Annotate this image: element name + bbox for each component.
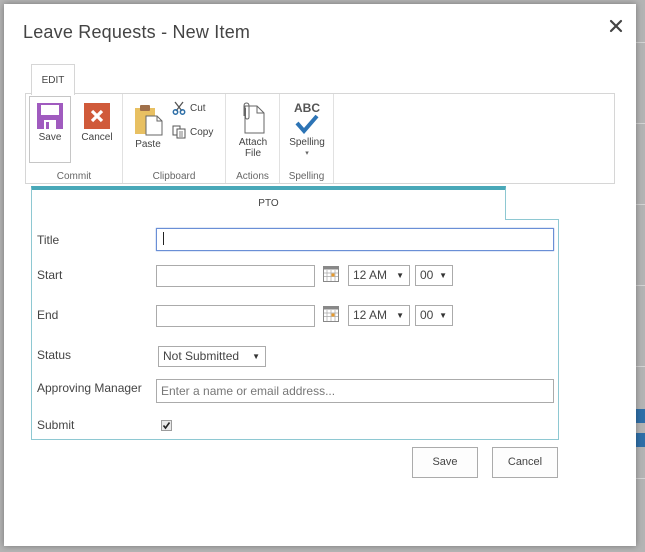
ribbon-attach-label: Attach — [238, 137, 268, 148]
background-divider — [636, 123, 645, 124]
end-hour-select[interactable]: 12 AM ▼ — [348, 305, 410, 326]
save-button[interactable]: Save — [412, 447, 478, 478]
chevron-down-icon: ▼ — [252, 352, 260, 361]
chevron-down-icon: ▼ — [439, 311, 447, 320]
start-hour-select[interactable]: 12 AM ▼ — [348, 265, 410, 286]
attach-file-icon — [243, 102, 265, 134]
start-minute-select[interactable]: 00 ▼ — [415, 265, 453, 286]
floppy-disk-icon — [37, 103, 63, 129]
submit-checkbox[interactable] — [161, 420, 172, 431]
text-caret — [163, 232, 164, 245]
ribbon-attach-label-2: File — [244, 148, 262, 159]
end-label: End — [37, 308, 59, 322]
status-value: Not Submitted — [163, 349, 240, 363]
chevron-down-icon: ▼ — [439, 271, 447, 280]
ribbon-group-actions: Attach File Actions — [226, 94, 280, 183]
ribbon-attach-file-button[interactable]: Attach File — [232, 96, 274, 159]
dialog-title: Leave Requests - New Item — [23, 22, 251, 42]
ribbon-group-commit: Save Cancel Commit — [26, 94, 123, 183]
end-calendar-icon[interactable] — [323, 306, 339, 322]
title-label: Title — [37, 233, 60, 247]
submit-label: Submit — [37, 418, 75, 432]
ribbon: Save Cancel Commit Paste Cut Copy Clipbo… — [25, 93, 615, 184]
form-tab-pto[interactable]: PTO — [31, 186, 506, 220]
chevron-down-icon: ▼ — [396, 311, 404, 320]
start-hour-value: 12 AM — [353, 268, 388, 282]
background-blue-bar — [636, 433, 645, 447]
end-minute-select[interactable]: 00 ▼ — [415, 305, 453, 326]
spelling-abc-text: ABC — [294, 101, 320, 115]
end-date-input[interactable] — [156, 305, 315, 327]
cancel-button[interactable]: Cancel — [492, 447, 558, 478]
close-button[interactable] — [607, 17, 625, 35]
ribbon-tab-edit[interactable]: EDIT — [31, 64, 75, 95]
chevron-down-icon: ▼ — [396, 271, 404, 280]
start-minute-value: 00 — [420, 268, 434, 282]
ribbon-spelling-button[interactable]: ABC Spelling ▾ — [282, 96, 332, 159]
start-calendar-icon[interactable] — [323, 266, 339, 282]
ribbon-group-clipboard: Paste Cut Copy Clipboard — [123, 94, 226, 183]
background-blue-bar — [636, 409, 645, 423]
scissors-icon — [172, 101, 186, 115]
ribbon-cut-label: Cut — [190, 102, 206, 114]
ribbon-group-spelling: ABC Spelling ▾ Spelling — [280, 94, 334, 183]
end-hour-value: 12 AM — [353, 308, 388, 322]
start-date-input[interactable] — [156, 265, 315, 287]
cancel-x-icon — [84, 103, 110, 129]
ribbon-copy-button[interactable]: Copy — [172, 125, 213, 139]
ribbon-spelling-label: Spelling — [289, 137, 325, 148]
close-icon — [609, 19, 623, 33]
background-divider — [636, 42, 645, 43]
ribbon-cut-button[interactable]: Cut — [172, 101, 206, 115]
ribbon-save-button[interactable]: Save — [29, 96, 71, 163]
ribbon-save-label: Save — [38, 132, 62, 143]
title-input[interactable] — [156, 228, 554, 251]
spelling-dropdown-arrow-icon[interactable]: ▾ — [282, 148, 332, 159]
ribbon-cancel-button[interactable]: Cancel — [76, 96, 118, 143]
ribbon-copy-label: Copy — [190, 126, 214, 138]
ribbon-paste-button[interactable]: Paste — [131, 96, 165, 150]
group-label-actions: Actions — [236, 171, 269, 182]
background-divider — [636, 478, 645, 479]
checkmark-icon — [162, 422, 171, 430]
spelling-check-icon — [295, 114, 319, 135]
approving-manager-input[interactable] — [156, 379, 554, 403]
copy-icon — [172, 125, 186, 139]
approving-manager-label: Approving Manager — [37, 381, 142, 395]
ribbon-cancel-label: Cancel — [81, 132, 113, 143]
start-label: Start — [37, 268, 63, 282]
background-divider — [636, 366, 645, 367]
title-field-wrap — [156, 228, 554, 251]
status-select[interactable]: Not Submitted ▼ — [158, 346, 266, 367]
form-panel: Title Start 12 AM ▼ 00 ▼ End 12 AM ▼ 00 … — [31, 219, 559, 440]
background-divider — [636, 285, 645, 286]
status-label: Status — [37, 348, 72, 362]
group-label-clipboard: Clipboard — [152, 171, 196, 182]
group-label-spelling: Spelling — [288, 171, 325, 182]
ribbon-paste-label: Paste — [135, 139, 161, 150]
group-label-commit: Commit — [56, 171, 92, 182]
end-minute-value: 00 — [420, 308, 434, 322]
background-divider — [636, 204, 645, 205]
new-item-dialog: Leave Requests - New Item EDIT Save Canc… — [4, 4, 636, 546]
clipboard-paste-icon — [135, 105, 163, 136]
